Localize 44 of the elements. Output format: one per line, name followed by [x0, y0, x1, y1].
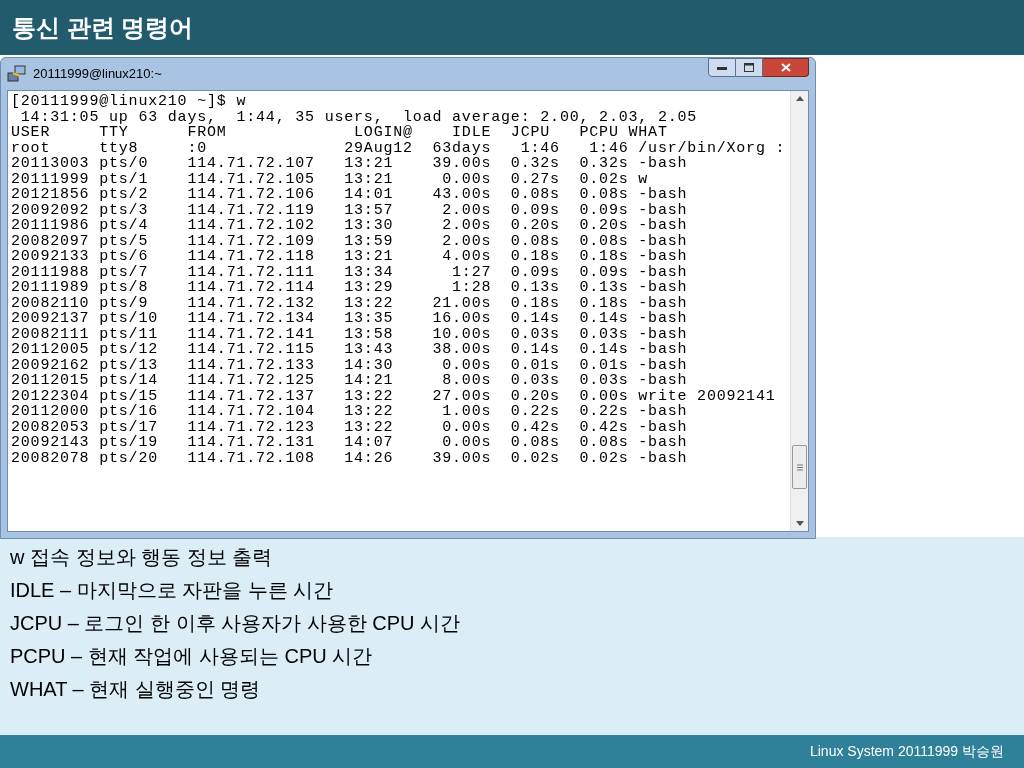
- minimize-icon: [717, 65, 727, 70]
- terminal-line: 20092143 pts/19 114.71.72.131 14:07 0.00s 0.08s 0.08s -bash: [11, 435, 689, 451]
- terminal-line: 20082053 pts/17 114.71.72.123 13:22 0.00s 0.42s 0.42s -bash: [11, 419, 689, 435]
- footer-text: Linux System 20111999 박승원: [809, 742, 1004, 761]
- close-icon: [780, 63, 791, 72]
- window-title: 20111999@linux210:~: [33, 65, 162, 84]
- note-text: PCPU – 현재 작업에 사용되는 CPU 시간: [10, 644, 374, 669]
- terminal-line: 20092133 pts/6 114.71.72.118 13:21 4.00s 0.18s 0.18s -bash: [11, 249, 689, 265]
- terminal-line: 20113003 pts/0 114.71.72.107 13:21 39.00s 0.32s 0.32s -bash: [11, 156, 689, 172]
- note-text: IDLE – 마지막으로 자판을 누른 시간: [10, 578, 335, 603]
- terminal-line: 20111999 pts/1 114.71.72.105 13:21 0.00s 0.27s 0.02s w: [11, 171, 649, 187]
- terminal-line: 20092092 pts/3 114.71.72.119 13:57 2.00s 0.09s 0.09s -bash: [11, 202, 689, 218]
- terminal-line: 20082097 pts/5 114.71.72.109 13:59 2.00s 0.08s 0.08s -bash: [11, 233, 689, 249]
- terminal-line: 20112005 pts/12 114.71.72.115 13:43 38.00s 0.14s 0.14s -bash: [11, 342, 689, 358]
- terminal-line: 20111986 pts/4 114.71.72.102 13:30 2.00s 0.20s 0.20s -bash: [11, 218, 689, 234]
- terminal-line: 20122304 pts/15 114.71.72.137 13:22 27.00s 0.20s 0.00s write 20092141: [11, 388, 777, 404]
- maximize-icon: [744, 63, 754, 72]
- note-text: w 접속 정보와 행동 정보 출력: [10, 545, 274, 570]
- terminal-line: 14:31:05 up 63 days, 1:44, 35 users, load average: 2.00, 2.03, 2.05: [19, 109, 699, 125]
- terminal-line: 20082110 pts/9 114.71.72.132 13:22 21.00s 0.18s 0.18s -bash: [11, 295, 689, 311]
- terminal-line: 20111989 pts/8 114.71.72.114 13:29 1:28 0.13s 0.13s -bash: [11, 280, 689, 296]
- terminal-line: USER TTY FROM LOGIN@ IDLE JCPU PCPU WHAT: [11, 125, 669, 141]
- terminal-line: 20092162 pts/13 114.71.72.133 14:30 0.00s 0.01s 0.01s -bash: [11, 357, 689, 373]
- terminal-line: 20121856 pts/2 114.71.72.106 14:01 43.00s 0.08s 0.08s -bash: [11, 187, 689, 203]
- scroll-thumb[interactable]: [792, 445, 807, 489]
- terminal-line: 20112015 pts/14 114.71.72.125 14:21 8.00s 0.03s 0.03s -bash: [11, 373, 689, 389]
- terminal-line: 20082078 pts/20 114.71.72.108 14:26 39.00s 0.02s 0.02s -bash: [11, 450, 689, 466]
- close-button[interactable]: [763, 58, 809, 77]
- note-text: JCPU – 로그인 한 이후 사용자가 사용한 CPU 시간: [10, 611, 462, 636]
- minimize-button[interactable]: [708, 58, 736, 77]
- terminal-line: 20112000 pts/16 114.71.72.104 13:22 1.00s 0.22s 0.22s -bash: [11, 404, 689, 420]
- grip-icon: [796, 463, 803, 471]
- terminal-line: 20082111 pts/11 114.71.72.141 13:58 10.00s 0.03s 0.03s -bash: [11, 326, 689, 342]
- scroll-up-icon[interactable]: [795, 96, 804, 101]
- slide-title: 통신 관련 명령어: [12, 12, 194, 43]
- computer-icon: [7, 65, 27, 83]
- scroll-down-icon[interactable]: [795, 521, 804, 526]
- note-text: WHAT – 현재 실행중인 명령: [10, 677, 262, 702]
- maximize-button[interactable]: [736, 58, 763, 77]
- terminal-line: 20111988 pts/7 114.71.72.111 13:34 1:27 0.09s 0.09s -bash: [11, 264, 689, 280]
- terminal-line: 20092137 pts/10 114.71.72.134 13:35 16.00s 0.14s 0.14s -bash: [11, 311, 689, 327]
- terminal-line: [20111999@linux210 ~]$ w: [11, 94, 248, 110]
- terminal-line: root tty8 :0 29Aug12 63days 1:46 1:46 /usr/bin/Xorg :: [11, 140, 787, 156]
- scrollbar[interactable]: [790, 91, 808, 531]
